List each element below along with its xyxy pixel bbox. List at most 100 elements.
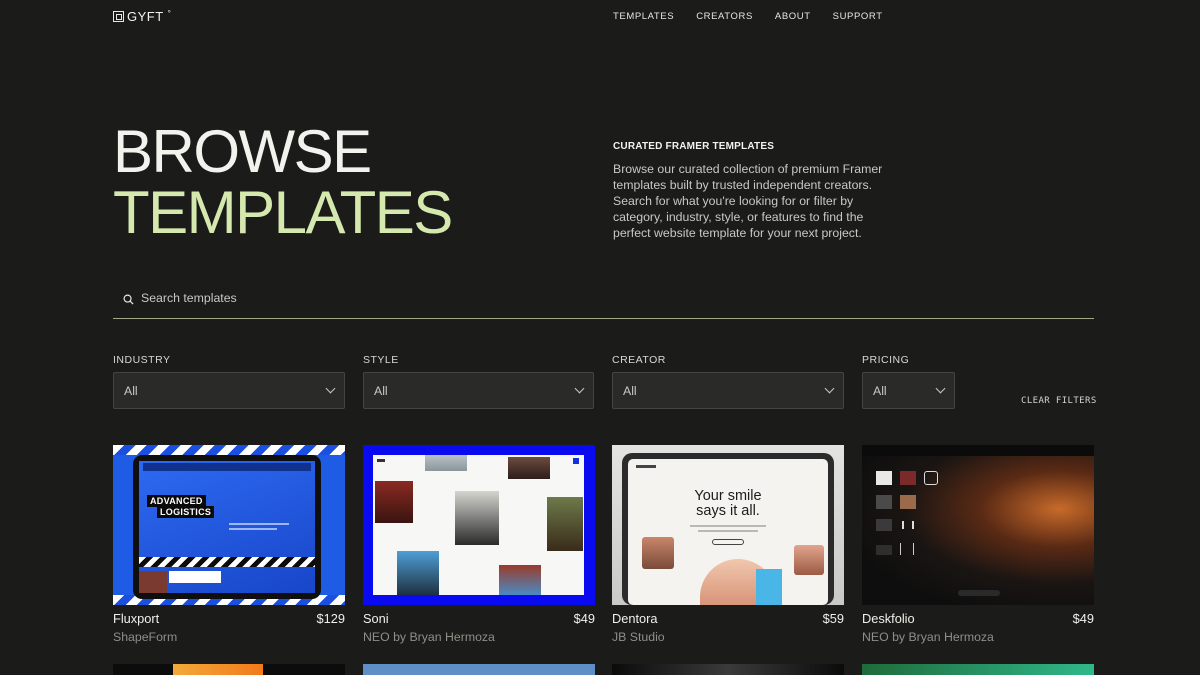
mock-headline: LOGISTICS bbox=[157, 506, 215, 518]
search-input[interactable] bbox=[141, 291, 1041, 305]
stripe-band bbox=[113, 445, 345, 455]
top-nav: GYFT ° TEMPLATES CREATORS ABOUT SUPPORT bbox=[0, 0, 1200, 34]
mock-menubar bbox=[862, 445, 1094, 456]
intro: CURATED FRAMER TEMPLATES Browse our cura… bbox=[613, 141, 898, 241]
style-select[interactable]: All bbox=[363, 372, 594, 409]
mock-headline: says it all. bbox=[696, 503, 760, 519]
tablet-frame: ADVANCED LOGISTICS bbox=[133, 455, 321, 599]
nav-link-creators[interactable]: CREATORS bbox=[696, 11, 753, 22]
mock-text-line bbox=[698, 530, 758, 532]
template-creator: NEO by Bryan Hermoza bbox=[363, 630, 495, 644]
template-thumbnail[interactable]: ADVANCED LOGISTICS bbox=[113, 445, 345, 605]
template-thumbnail-partial[interactable] bbox=[363, 664, 595, 675]
template-thumbnail-partial[interactable] bbox=[612, 664, 844, 675]
template-thumbnail-partial[interactable] bbox=[113, 664, 345, 675]
mock-audio-icon bbox=[902, 521, 914, 529]
industry-select[interactable]: All bbox=[113, 372, 345, 409]
mock-photo bbox=[794, 545, 824, 575]
mock-photo bbox=[499, 565, 541, 595]
mock-photo bbox=[397, 551, 439, 595]
mock-image bbox=[139, 571, 167, 593]
logo-text: GYFT bbox=[127, 9, 164, 24]
mock-photo bbox=[508, 457, 550, 479]
intro-eyebrow: CURATED FRAMER TEMPLATES bbox=[613, 141, 775, 152]
mock-dock bbox=[958, 590, 1000, 596]
tablet-frame: Your smile says it all. bbox=[622, 453, 834, 605]
filter-label: CREATOR bbox=[612, 354, 666, 366]
nav-link-about[interactable]: ABOUT bbox=[775, 11, 811, 22]
mock-page bbox=[373, 455, 584, 595]
search-bar bbox=[113, 287, 1094, 319]
mock-photo bbox=[375, 481, 413, 523]
logo[interactable]: GYFT ° bbox=[113, 9, 171, 24]
search-icon bbox=[123, 294, 134, 305]
filter-creator: CREATOR All bbox=[612, 354, 844, 409]
template-card-fluxport[interactable]: ADVANCED LOGISTICS Fluxport $129 ShapeFo… bbox=[113, 445, 345, 644]
template-name: Soni bbox=[363, 611, 389, 626]
mock-photo bbox=[642, 537, 674, 569]
template-thumbnail[interactable] bbox=[363, 445, 595, 605]
title-line-browse: BROWSE bbox=[113, 118, 372, 185]
mock-folder bbox=[876, 519, 892, 531]
mock-folder bbox=[900, 471, 916, 485]
filter-industry: INDUSTRY All bbox=[113, 354, 345, 409]
template-thumbnail[interactable] bbox=[862, 445, 1094, 605]
template-creator: JB Studio bbox=[612, 630, 665, 644]
nav-link-support[interactable]: SUPPORT bbox=[833, 11, 883, 22]
clear-filters-button[interactable]: CLEAR FILTERS bbox=[1021, 396, 1097, 406]
template-creator: ShapeForm bbox=[113, 630, 178, 644]
select-value: All bbox=[124, 383, 138, 398]
template-price: $49 bbox=[573, 611, 595, 626]
nav-links: TEMPLATES CREATORS ABOUT SUPPORT bbox=[613, 11, 905, 22]
template-name: Dentora bbox=[612, 611, 658, 626]
select-value: All bbox=[374, 383, 388, 398]
template-name: Fluxport bbox=[113, 611, 160, 626]
mock-logo bbox=[636, 465, 656, 468]
mock-photo bbox=[425, 455, 467, 471]
pricing-select[interactable]: All bbox=[862, 372, 955, 409]
logo-icon bbox=[113, 11, 124, 22]
card-meta: Fluxport $129 bbox=[113, 611, 345, 626]
template-price: $129 bbox=[316, 611, 345, 626]
mock-text-line bbox=[229, 523, 289, 525]
select-value: All bbox=[873, 383, 887, 398]
template-thumbnail-partial[interactable] bbox=[862, 664, 1094, 675]
template-price: $49 bbox=[1072, 611, 1094, 626]
logo-mark: ° bbox=[167, 9, 171, 18]
filter-style: STYLE All bbox=[363, 354, 594, 409]
template-name: Deskfolio bbox=[862, 611, 915, 626]
filter-label: PRICING bbox=[862, 354, 910, 366]
mock-card bbox=[169, 571, 221, 583]
mock-stripes bbox=[139, 557, 315, 567]
mock-menu bbox=[573, 458, 579, 464]
mock-logo bbox=[377, 459, 385, 462]
template-thumbnail[interactable]: Your smile says it all. bbox=[612, 445, 844, 605]
mock-photo bbox=[547, 497, 583, 551]
mock-folder bbox=[876, 495, 892, 509]
mock-button bbox=[712, 539, 744, 545]
intro-body: Browse our curated collection of premium… bbox=[613, 162, 883, 240]
mock-accent bbox=[756, 569, 782, 605]
title-line-templates: TEMPLATES bbox=[113, 179, 453, 246]
mock-wallpaper bbox=[862, 445, 1094, 605]
tablet-screen: Your smile says it all. bbox=[628, 459, 828, 605]
card-meta: Soni $49 bbox=[363, 611, 595, 626]
mock-photo bbox=[455, 491, 499, 545]
nav-link-templates[interactable]: TEMPLATES bbox=[613, 11, 674, 22]
mock-folder bbox=[900, 543, 914, 555]
card-meta: Deskfolio $49 bbox=[862, 611, 1094, 626]
mock-text-line bbox=[690, 525, 766, 527]
chevron-down-icon bbox=[935, 383, 946, 394]
creator-select[interactable]: All bbox=[612, 372, 844, 409]
chevron-down-icon bbox=[325, 383, 336, 394]
card-meta: Dentora $59 bbox=[612, 611, 844, 626]
filter-pricing: PRICING All bbox=[862, 354, 955, 409]
template-card-soni[interactable]: Soni $49 NEO by Bryan Hermoza bbox=[363, 445, 595, 644]
chevron-down-icon bbox=[824, 383, 835, 394]
tablet-screen: ADVANCED LOGISTICS bbox=[139, 461, 315, 593]
template-card-deskfolio[interactable]: Deskfolio $49 NEO by Bryan Hermoza bbox=[862, 445, 1094, 644]
page-title: BROWSE TEMPLATES bbox=[113, 118, 453, 246]
mock-folder bbox=[876, 545, 892, 555]
chevron-down-icon bbox=[574, 383, 585, 394]
template-card-dentora[interactable]: Your smile says it all. Dentora $59 JB S… bbox=[612, 445, 844, 644]
